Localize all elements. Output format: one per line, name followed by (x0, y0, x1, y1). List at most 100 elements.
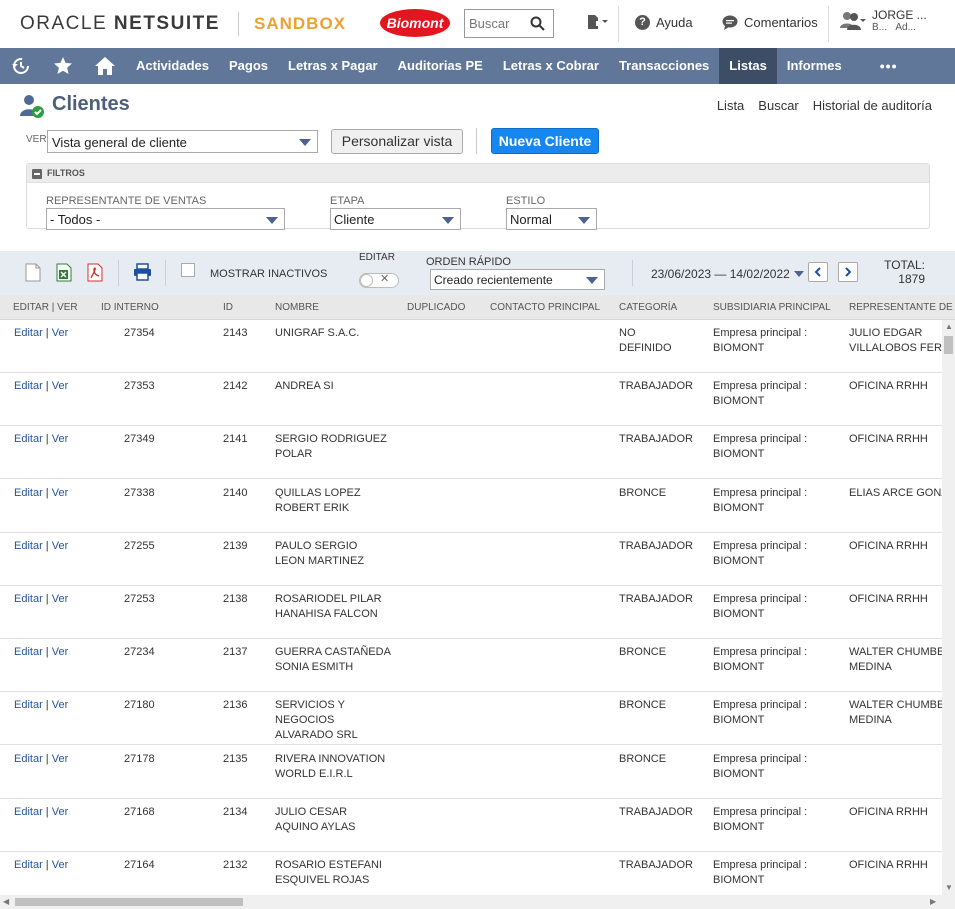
internal-id-cell: 27354 (124, 327, 155, 339)
view-link[interactable]: Ver (52, 327, 69, 339)
show-inactive-checkbox[interactable] (181, 263, 195, 277)
sales-rep-cell-line: OFICINA RRHH (849, 540, 928, 552)
stage-select[interactable]: Cliente (330, 208, 461, 230)
id-cell: 2139 (223, 540, 248, 552)
edit-link[interactable]: Editar (14, 806, 43, 818)
nav-informes[interactable]: Informes (777, 48, 852, 84)
view-link[interactable]: Ver (52, 540, 69, 552)
name-cell: PAULO SERGIO LEON MARTINEZ (275, 539, 364, 569)
edit-link[interactable]: Editar (14, 327, 43, 339)
internal-id-cell: 27180 (124, 699, 155, 711)
col-name[interactable]: NOMBRE (275, 302, 319, 313)
sales-rep-cell: ELIAS ARCE GONZ (849, 486, 942, 501)
oracle-netsuite-logo[interactable]: ORACLE NETSUITE (20, 13, 220, 35)
edit-toggle[interactable]: ✕ (359, 273, 399, 288)
search-input[interactable] (465, 10, 525, 37)
nav-letras-x-pagar[interactable]: Letras x Pagar (278, 48, 388, 84)
search-icon[interactable] (530, 16, 545, 31)
filters-header[interactable]: FILTROS (27, 164, 929, 183)
edit-link[interactable]: Editar (14, 753, 43, 765)
new-customer-button[interactable]: Nueva Cliente (491, 128, 599, 154)
customer-icon (20, 95, 44, 118)
col-internal-id[interactable]: ID INTERNO (101, 302, 159, 313)
nav-transacciones[interactable]: Transacciones (609, 48, 719, 84)
nav-more[interactable]: ••• (852, 48, 908, 84)
edit-view-cell: Editar | Ver (14, 858, 68, 873)
scroll-right-icon[interactable]: ▶ (930, 897, 936, 906)
nav-favorites-icon[interactable] (42, 48, 84, 84)
col-subsidiary[interactable]: SUBSIDIARIA PRINCIPAL (713, 302, 831, 313)
collapse-icon[interactable] (32, 169, 42, 179)
col-category[interactable]: CATEGORÍA (619, 302, 677, 313)
view-link[interactable]: Ver (52, 646, 69, 658)
col-duplicate[interactable]: DUPLICADO (407, 302, 465, 313)
scroll-down-icon[interactable]: ▼ (945, 883, 953, 892)
biomont-logo[interactable]: Biomont (380, 9, 450, 37)
export-excel-icon[interactable] (56, 263, 72, 282)
sales-rep-label: REPRESENTANTE DE VENTAS (46, 195, 207, 207)
col-id[interactable]: ID (223, 302, 233, 313)
edit-link[interactable]: Editar (14, 646, 43, 658)
prev-page-button[interactable] (808, 262, 828, 282)
global-search[interactable] (464, 9, 554, 38)
edit-link[interactable]: Editar (14, 593, 43, 605)
sales-rep-select[interactable]: - Todos - (46, 208, 285, 230)
edit-link[interactable]: Editar (14, 487, 43, 499)
edit-link[interactable]: Editar (14, 433, 43, 445)
list-link[interactable]: Lista (717, 98, 744, 113)
vertical-scroll-thumb[interactable] (944, 336, 953, 354)
export-csv-icon[interactable] (25, 263, 41, 282)
col-sales-rep[interactable]: REPRESENTANTE DE VE (849, 302, 955, 313)
edit-link[interactable]: Editar (14, 380, 43, 392)
category-cell-line: NO (619, 327, 636, 339)
view-link[interactable]: Ver (52, 753, 69, 765)
edit-link[interactable]: Editar (14, 540, 43, 552)
user-menu[interactable]: JORGE ... B... Ad... (840, 8, 927, 33)
sales-rep-cell: OFICINA RRHH (849, 539, 928, 554)
vertical-scrollbar[interactable]: ▲ ▼ (942, 320, 955, 895)
horizontal-scroll-thumb[interactable] (15, 898, 243, 906)
edit-link[interactable]: Editar (14, 859, 43, 871)
role-switch-icon (840, 11, 866, 30)
nav-recent-icon[interactable] (0, 48, 42, 84)
view-link[interactable]: Ver (52, 806, 69, 818)
view-link[interactable]: Ver (52, 859, 69, 871)
name-cell: SERGIO RODRIGUEZ POLAR (275, 432, 387, 462)
style-select[interactable]: Normal (506, 208, 597, 230)
nav-letras-x-cobrar[interactable]: Letras x Cobrar (493, 48, 609, 84)
nav-actividades[interactable]: Actividades (126, 48, 219, 84)
help-link[interactable]: ? Ayuda (635, 15, 693, 30)
category-cell: TRABAJADOR (619, 805, 693, 820)
feedback-link[interactable]: Comentarios (722, 15, 818, 30)
print-icon[interactable] (133, 263, 152, 281)
export-pdf-icon[interactable] (87, 263, 103, 282)
quick-sort-select[interactable]: Creado recientemente (430, 269, 605, 290)
chevron-down-icon (586, 277, 598, 284)
horizontal-scrollbar[interactable]: ◀ ▶ (0, 895, 955, 909)
view-link[interactable]: Ver (52, 487, 69, 499)
nav-auditorias-pe[interactable]: Auditorias PE (388, 48, 493, 84)
scroll-left-icon[interactable]: ◀ (3, 897, 9, 906)
nav-listas[interactable]: Listas (719, 48, 777, 84)
view-link[interactable]: Ver (52, 380, 69, 392)
customize-view-button[interactable]: Personalizar vista (331, 129, 463, 154)
audit-history-link[interactable]: Historial de auditoría (813, 98, 932, 113)
subsidiary-cell-line: BIOMONT (713, 661, 765, 673)
category-cell-line: BRONCE (619, 487, 667, 499)
sales-rep-cell-line: OFICINA RRHH (849, 806, 928, 818)
recent-records-icon[interactable] (586, 12, 608, 37)
date-range-select[interactable]: 23/06/2023 — 14/02/2022 (651, 267, 804, 281)
view-select[interactable]: Vista general de cliente (47, 130, 318, 153)
search-link[interactable]: Buscar (758, 98, 798, 113)
nav-pagos[interactable]: Pagos (219, 48, 278, 84)
next-page-button[interactable] (838, 262, 858, 282)
scroll-up-icon[interactable]: ▲ (945, 322, 953, 331)
nav-home-icon[interactable] (84, 48, 126, 84)
name-cell-line: QUILLAS LOPEZ (275, 487, 361, 499)
edit-link[interactable]: Editar (14, 699, 43, 711)
category-cell-line: TRABAJADOR (619, 806, 693, 818)
col-main-contact[interactable]: CONTACTO PRINCIPAL (490, 302, 600, 313)
view-link[interactable]: Ver (52, 593, 69, 605)
view-link[interactable]: Ver (52, 699, 69, 711)
view-link[interactable]: Ver (52, 433, 69, 445)
